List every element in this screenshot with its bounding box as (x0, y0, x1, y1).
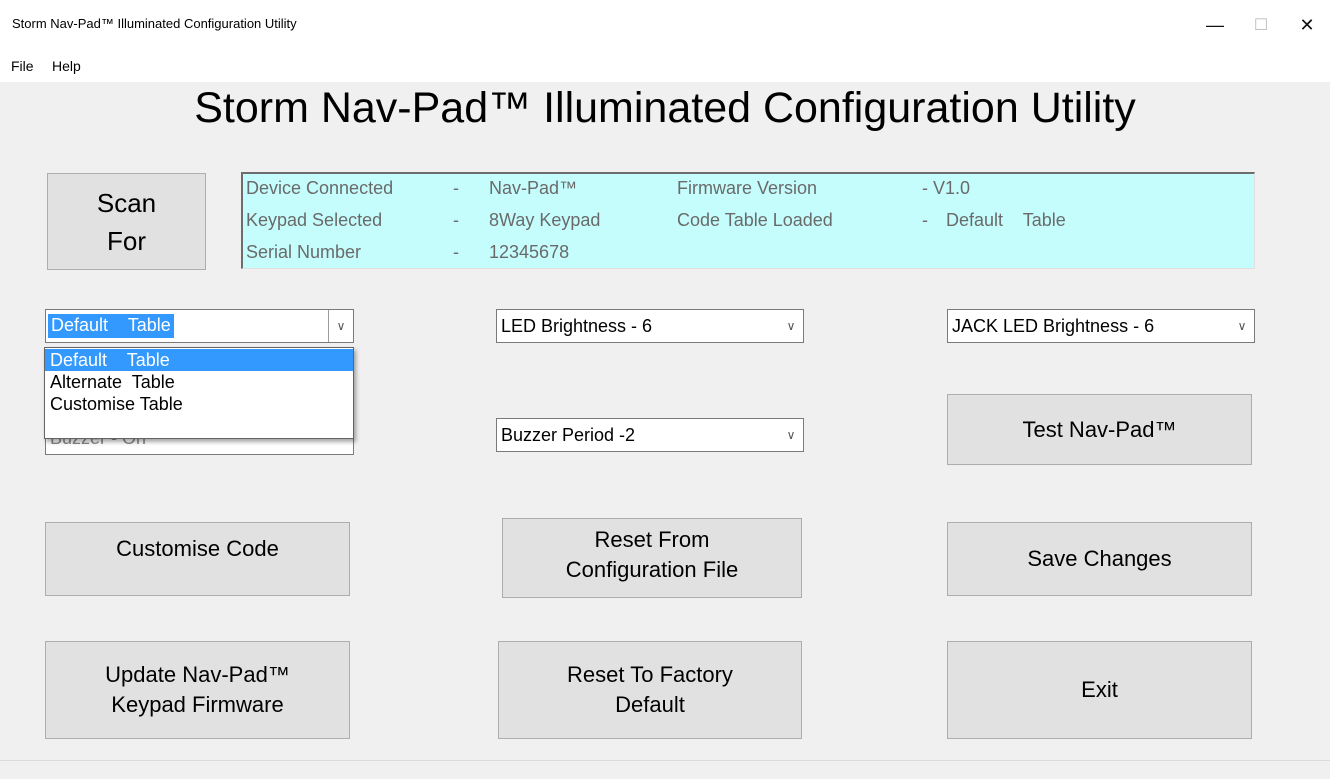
maximize-button[interactable]: ☐ (1238, 0, 1284, 50)
serial-number-label: Serial Number (246, 242, 362, 262)
keypad-selected-sep: - (453, 210, 459, 230)
save-changes-button[interactable]: Save Changes (947, 522, 1252, 596)
app-title: Storm Nav-Pad™ Illuminated Configuration… (194, 84, 1136, 132)
keypad-selected-label: Keypad Selected (246, 210, 383, 230)
keypad-selected-value: 8Way Keypad (489, 210, 601, 230)
test-nav-pad-label: Test Nav-Pad™ (1022, 416, 1177, 442)
serial-number-value: 12345678 (489, 242, 570, 262)
firmware-version-value: - V1.0 (922, 178, 971, 198)
close-icon: ✕ (1299, 14, 1315, 35)
led-brightness-value: LED Brightness - 6 (501, 316, 653, 336)
customise-code-button[interactable]: Customise Code (45, 522, 350, 596)
code-table-combo[interactable]: Default Table ∨ (45, 309, 354, 343)
reset-factory-line1: Reset To Factory (567, 662, 733, 687)
dropdown-option-customise[interactable]: Customise Table (45, 393, 353, 415)
reset-from-config-line2: Configuration File (565, 557, 739, 582)
code-table-dropdown-list: Default Table Alternate Table Customise … (44, 347, 354, 439)
exit-button[interactable]: Exit (947, 641, 1252, 739)
jack-led-brightness-combo[interactable]: JACK LED Brightness - 6 ∨ (947, 309, 1255, 343)
window-title-bar: Storm Nav-Pad™ Illuminated Configuration… (0, 0, 1330, 50)
close-button[interactable]: ✕ (1284, 0, 1330, 50)
chevron-down-icon[interactable]: ∨ (779, 310, 803, 342)
device-connected-label: Device Connected (246, 178, 394, 198)
minimize-button[interactable]: — (1192, 0, 1238, 50)
dropdown-option-default[interactable]: Default Table (45, 349, 353, 371)
save-changes-label: Save Changes (1027, 546, 1172, 571)
customise-code-label: Customise Code (116, 536, 279, 561)
menu-help[interactable]: Help (52, 58, 81, 74)
status-bar (0, 760, 1330, 779)
scan-for-label-line2: For (106, 225, 146, 256)
reset-from-config-button[interactable]: Reset From Configuration File (502, 518, 802, 598)
device-connected-sep: - (453, 178, 459, 198)
serial-number-sep: - (453, 242, 459, 262)
buzzer-period-value: Buzzer Period -2 (501, 425, 636, 445)
firmware-version-label: Firmware Version (677, 178, 818, 198)
scan-for-label-line1: Scan (96, 187, 157, 218)
menu-file[interactable]: File (11, 58, 34, 74)
update-firmware-line1: Update Nav-Pad™ (105, 662, 290, 687)
menu-bar: File Help (0, 50, 1330, 82)
reset-factory-button[interactable]: Reset To Factory Default (498, 641, 802, 739)
reset-factory-line2: Default (615, 692, 685, 717)
code-table-combo-value: Default Table (48, 314, 174, 338)
chevron-down-icon[interactable]: ∨ (779, 419, 803, 451)
update-firmware-line2: Keypad Firmware (111, 692, 284, 717)
code-table-label: Code Table Loaded (677, 210, 833, 230)
code-table-sep: - (922, 210, 928, 230)
update-firmware-button[interactable]: Update Nav-Pad™ Keypad Firmware (45, 641, 350, 739)
window-title: Storm Nav-Pad™ Illuminated Configuration… (12, 16, 297, 31)
exit-label: Exit (1081, 677, 1118, 702)
device-info-panel: Device Connected - Nav-Pad™ Firmware Ver… (241, 172, 1255, 269)
chevron-down-icon[interactable]: ∨ (328, 310, 353, 342)
reset-from-config-line1: Reset From (594, 527, 710, 552)
device-connected-value: Nav-Pad™ (489, 178, 578, 198)
scan-for-button[interactable]: Scan For (47, 173, 206, 270)
test-nav-pad-button[interactable]: Test Nav-Pad™ (947, 394, 1252, 465)
maximize-icon: ☐ (1253, 17, 1269, 34)
code-table-value: Default Table (946, 210, 1066, 230)
minimize-icon: — (1206, 14, 1224, 35)
jack-led-brightness-value: JACK LED Brightness - 6 (952, 316, 1155, 336)
led-brightness-combo[interactable]: LED Brightness - 6 ∨ (496, 309, 804, 343)
buzzer-period-combo[interactable]: Buzzer Period -2 ∨ (496, 418, 804, 452)
dropdown-option-alternate[interactable]: Alternate Table (45, 371, 353, 393)
chevron-down-icon[interactable]: ∨ (1230, 310, 1254, 342)
